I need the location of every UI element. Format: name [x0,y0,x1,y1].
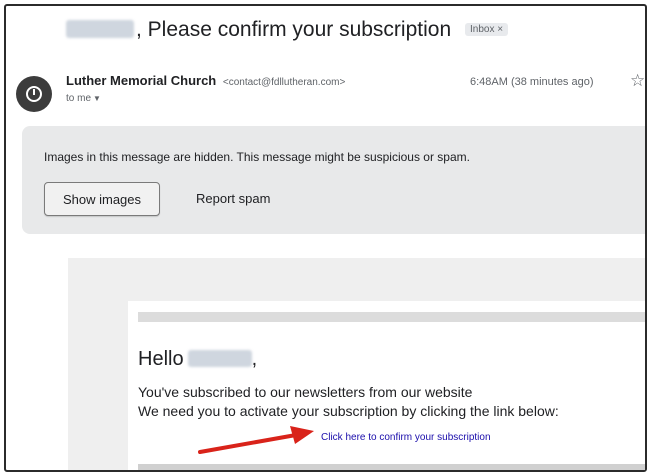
warning-message: Images in this message are hidden. This … [44,150,470,164]
sender-line: Luther Memorial Church <contact@fdlluthe… [66,73,345,88]
redacted-name: Cjwm [187,350,252,367]
recipient-details-toggle[interactable]: to me ▼ [66,93,101,104]
email-subject: Cjwm, Please confirm your subscription I… [66,18,509,42]
arrow-head [290,426,314,444]
redacted-name: Cjwm [66,20,134,38]
email-header-bar [138,312,645,322]
email-window: Cjwm, Please confirm your subscription I… [4,4,647,472]
power-icon [26,86,42,102]
sender-name[interactable]: Luther Memorial Church [66,73,216,88]
confirm-subscription-link[interactable]: Click here to confirm your subscription [321,432,491,443]
red-arrow-annotation [198,426,314,454]
body-line-2: We need you to activate your subscriptio… [138,403,559,419]
caret-down-icon: ▼ [93,94,101,103]
remove-label-icon[interactable]: × [497,24,503,35]
arrow-shaft [198,433,298,454]
inbox-label-badge[interactable]: Inbox × [464,23,509,36]
email-footer-bar [138,464,645,470]
report-spam-button[interactable]: Report spam [188,182,278,216]
email-timestamp: 6:48AM (38 minutes ago) [470,76,594,88]
star-icon[interactable]: ☆ [630,71,645,91]
sender-avatar[interactable] [16,76,52,112]
images-hidden-warning: Images in this message are hidden. This … [22,126,645,234]
body-line-1: You've subscribed to our newsletters fro… [138,384,473,400]
sender-email: <contact@fdllutheran.com> [222,77,346,88]
show-images-button[interactable]: Show images [44,182,160,216]
greeting: HelloCjwm, [138,348,258,370]
